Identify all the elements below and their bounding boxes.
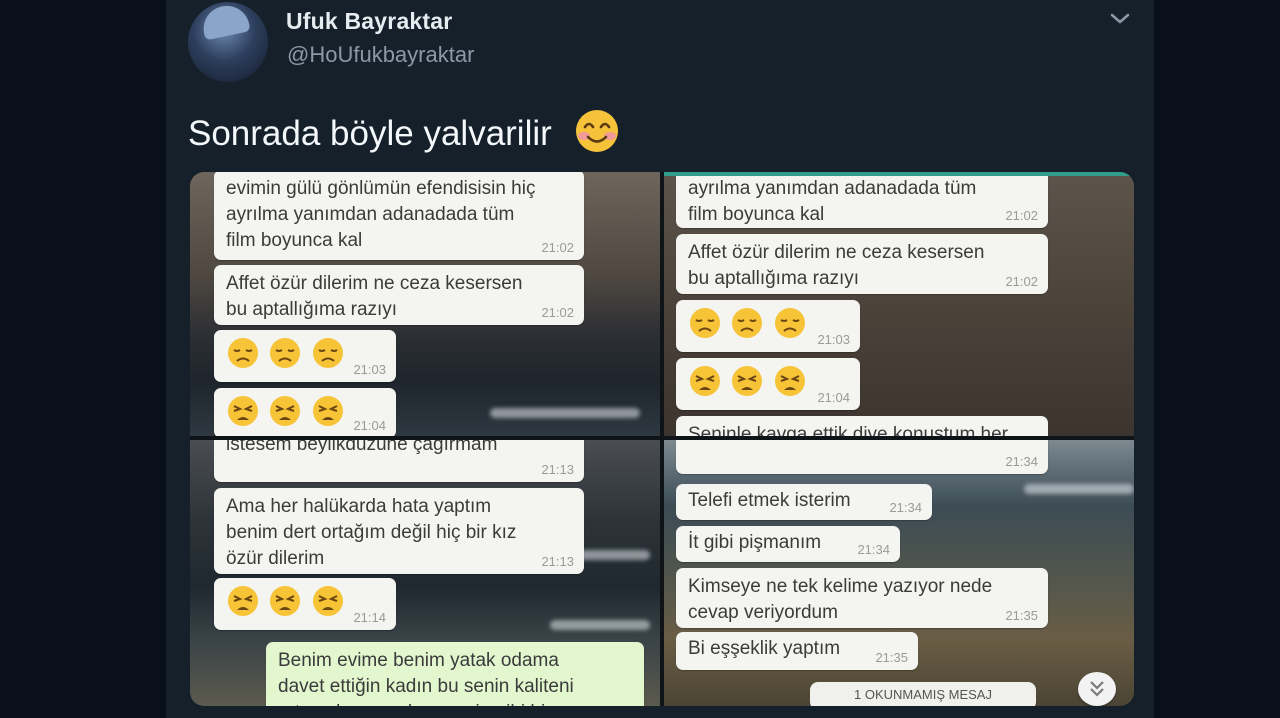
chat-panel-top-left: evimin gülü gönlümün efendisisin hiç ayr… — [190, 172, 660, 436]
message-time: 21:02 — [541, 240, 574, 255]
message-bubble: Telefi etmek isterim 21:34 — [676, 484, 932, 520]
message-bubble: ayrılma yanımdan adanadada tüm film boyu… — [676, 172, 1048, 228]
emoji-row — [226, 336, 348, 370]
message-bubble: Affet özür dilerim ne ceza kesersen bu a… — [214, 265, 584, 325]
message-time: 21:34 — [889, 500, 922, 515]
chat-panel-bottom-left: istesem beylikdüzüne çağırmam 21:13 Ama … — [190, 440, 660, 706]
disappointed-face-icon — [774, 308, 805, 338]
message-text: istesem beylikdüzüne çağırmam — [226, 440, 498, 455]
message-time: 21:13 — [541, 554, 574, 569]
message-time: 21:02 — [541, 305, 574, 320]
message-text: evimin gülü gönlümün efendisisin hiç ayr… — [226, 178, 536, 251]
message-bubble: İt gibi pişmanım 21:34 — [676, 526, 900, 562]
emoji-row — [226, 584, 348, 618]
unread-messages-badge: 1 OKUNMAMIŞ MESAJ — [810, 682, 1036, 706]
persevering-face-icon — [228, 396, 258, 426]
message-time: 21:35 — [1005, 608, 1038, 623]
smiling-face-emoji-icon — [575, 110, 618, 152]
message-bubble: 21:34 — [676, 440, 1048, 474]
persevering-face-icon — [228, 586, 258, 616]
message-text: Telefi etmek isterim — [688, 490, 851, 511]
message-bubble: Kimseye ne tek kelime yazıyor nede cevap… — [676, 568, 1048, 628]
tweet-media-image[interactable]: evimin gülü gönlümün efendisisin hiç ayr… — [190, 172, 1134, 706]
message-text: Bi eşşeklik yaptım — [688, 638, 841, 659]
emoji-row — [226, 394, 348, 428]
persevering-face-icon — [270, 586, 301, 616]
message-time: 21:03 — [817, 332, 850, 347]
message-time: 21:14 — [353, 610, 386, 625]
message-bubble: Ama her halükarda hata yaptım benim dert… — [214, 488, 584, 574]
persevering-face-icon — [270, 396, 301, 426]
message-bubble: Affet özür dilerim ne ceza kesersen bu a… — [676, 234, 1048, 294]
message-text: Affet özür dilerim ne ceza kesersen bu a… — [688, 242, 985, 289]
message-text: Kimseye ne tek kelime yazıyor nede cevap… — [688, 576, 993, 623]
message-time: 21:04 — [817, 390, 850, 405]
disappointed-face-icon — [732, 308, 763, 338]
collage-divider-vertical — [660, 172, 664, 706]
message-bubble: Bi eşşeklik yaptım 21:35 — [676, 632, 918, 670]
disappointed-face-icon — [690, 308, 720, 338]
panel-accent-bar — [664, 172, 1134, 176]
message-text: Benim evime benim yatak odama davet etti… — [278, 650, 574, 706]
display-name[interactable]: Ufuk Bayraktar — [286, 8, 452, 35]
persevering-face-icon — [732, 366, 763, 396]
emoji-row — [688, 306, 810, 340]
chat-panel-bottom-right: 21:34 Telefi etmek isterim 21:34 İt gibi… — [664, 440, 1134, 706]
message-text: İt gibi pişmanım — [688, 532, 822, 553]
message-time: 21:13 — [541, 462, 574, 477]
tweet-text-content: Sonrada böyle yalvarilir — [188, 114, 552, 153]
message-text: Affet özür dilerim ne ceza kesersen bu a… — [226, 273, 523, 320]
persevering-face-icon — [774, 366, 805, 396]
message-bubble-outgoing: Benim evime benim yatak odama davet etti… — [266, 642, 644, 706]
message-time: 21:02 — [1005, 274, 1038, 289]
message-bubble: istesem beylikdüzüne çağırmam 21:13 — [214, 440, 584, 482]
message-time: 21:04 — [353, 418, 386, 433]
chevron-down-icon[interactable] — [1109, 10, 1131, 28]
emoji-row — [688, 364, 810, 398]
message-bubble: 21:04 — [214, 388, 396, 436]
message-text: ayrılma yanımdan adanadada tüm film boyu… — [688, 178, 977, 225]
persevering-face-icon — [312, 396, 343, 426]
persevering-face-icon — [312, 586, 343, 616]
message-text: Seninle kavga ettik diye konuştum her — [688, 424, 1009, 436]
tweet-text: Sonrada böyle yalvarilir — [188, 108, 620, 158]
disappointed-face-icon — [312, 338, 343, 368]
message-text: Ama her halükarda hata yaptım benim dert… — [226, 496, 517, 569]
avatar[interactable] — [188, 2, 268, 82]
double-chevron-down-icon — [1090, 681, 1104, 697]
message-time: 21:03 — [353, 362, 386, 377]
message-bubble: 21:03 — [676, 300, 860, 352]
message-bubble: 21:03 — [214, 330, 396, 382]
message-time: 21:35 — [875, 650, 908, 665]
scroll-down-button[interactable] — [1078, 672, 1116, 706]
chat-panel-top-right: ayrılma yanımdan adanadada tüm film boyu… — [664, 172, 1134, 436]
message-time: 21:34 — [1005, 454, 1038, 469]
message-bubble: evimin gülü gönlümün efendisisin hiç ayr… — [214, 172, 584, 260]
message-time: 21:02 — [1005, 208, 1038, 223]
user-handle[interactable]: @HoUfukbayraktar — [287, 42, 474, 68]
message-bubble: Seninle kavga ettik diye konuştum her — [676, 416, 1048, 436]
disappointed-face-icon — [228, 338, 258, 368]
persevering-face-icon — [690, 366, 720, 396]
message-bubble: 21:14 — [214, 578, 396, 630]
message-time: 21:34 — [857, 542, 890, 557]
tweet-card: Ufuk Bayraktar @HoUfukbayraktar Sonrada … — [166, 0, 1154, 718]
disappointed-face-icon — [270, 338, 301, 368]
message-bubble: 21:04 — [676, 358, 860, 410]
